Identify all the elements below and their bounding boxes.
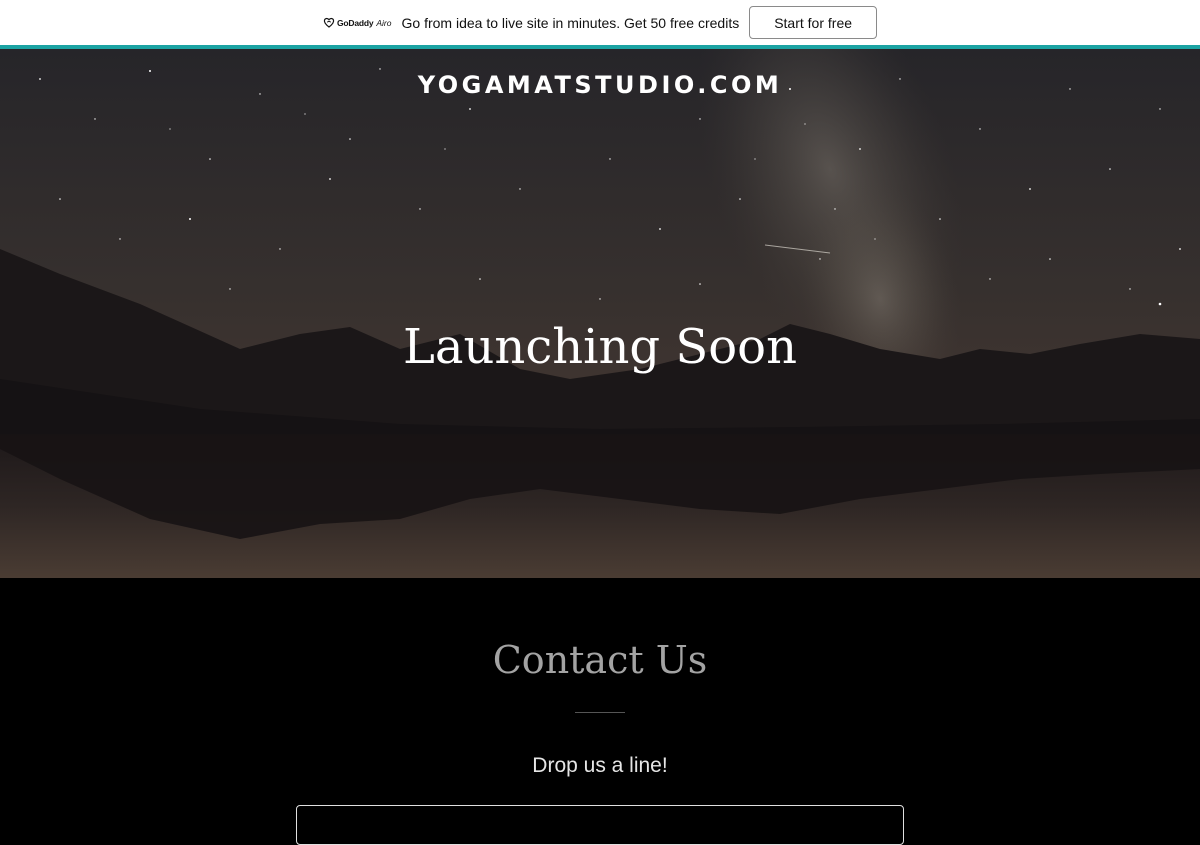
contact-form-field[interactable] xyxy=(296,805,904,845)
section-divider xyxy=(575,712,625,713)
promo-banner: GoDaddy Airo Go from idea to live site i… xyxy=(0,0,1200,45)
godaddy-logo[interactable]: GoDaddy Airo xyxy=(323,17,392,28)
contact-section: Contact Us Drop us a line! xyxy=(0,578,1200,845)
site-title[interactable]: YOGAMATSTUDIO.COM xyxy=(0,71,1200,99)
night-sky-background xyxy=(0,49,1200,578)
contact-heading: Contact Us xyxy=(492,638,708,682)
start-for-free-button[interactable]: Start for free xyxy=(749,6,878,39)
hero-heading: Launching Soon xyxy=(403,319,797,375)
hero-section: YOGAMATSTUDIO.COM Launching Soon xyxy=(0,49,1200,578)
contact-subheading: Drop us a line! xyxy=(532,754,668,777)
promo-message: Go from idea to live site in minutes. Ge… xyxy=(401,14,740,31)
airo-logo-text: Airo xyxy=(376,17,392,28)
godaddy-logo-icon xyxy=(323,17,335,28)
godaddy-logo-text: GoDaddy xyxy=(336,17,374,28)
